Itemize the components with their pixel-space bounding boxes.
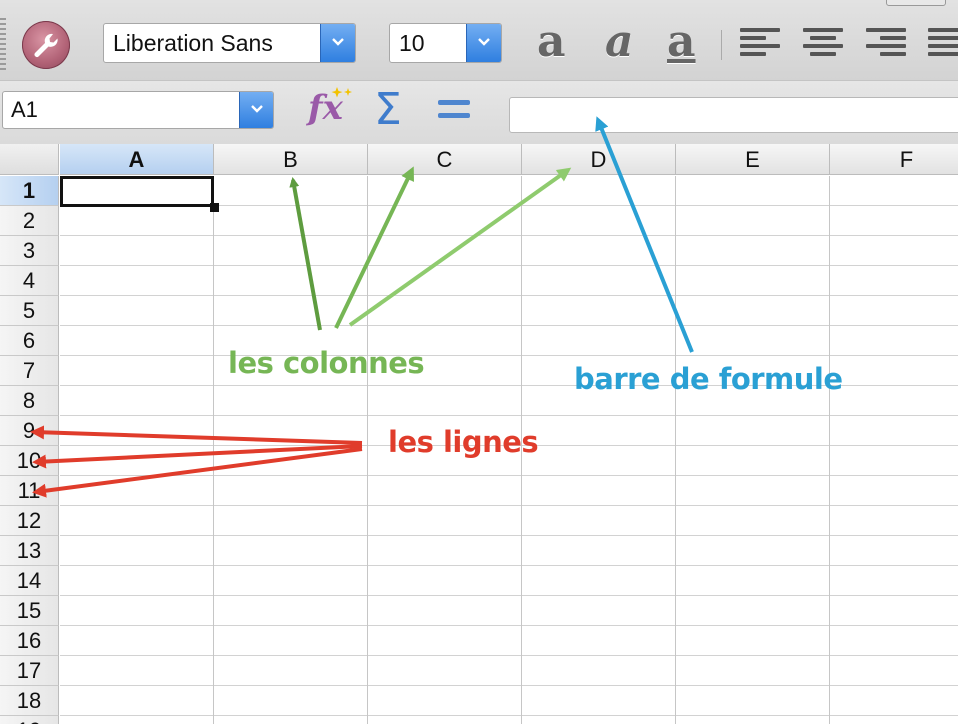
- font-name-dropdown-button[interactable]: [320, 24, 355, 62]
- row-header-8[interactable]: 8: [0, 386, 59, 416]
- italic-icon[interactable]: a: [605, 16, 634, 67]
- font-name-value[interactable]: Liberation Sans: [113, 24, 273, 62]
- column-header-d[interactable]: D: [522, 144, 676, 175]
- row-header-6[interactable]: 6: [0, 326, 59, 356]
- align-right-icon[interactable]: [866, 28, 906, 58]
- row-header-4[interactable]: 4: [0, 266, 59, 296]
- row-header-9[interactable]: 9: [0, 416, 59, 446]
- fill-handle[interactable]: [210, 203, 219, 212]
- row-header-13[interactable]: 13: [0, 536, 59, 566]
- chevron-down-icon: [478, 38, 490, 46]
- sum-icon[interactable]: Σ: [374, 84, 402, 135]
- row-header-7[interactable]: 7: [0, 356, 59, 386]
- name-box-dropdown-button[interactable]: [239, 92, 273, 128]
- formula-bar-annotation: barre de formule: [574, 362, 843, 396]
- row-header-16[interactable]: 16: [0, 626, 59, 656]
- font-name-combobox[interactable]: Liberation Sans: [103, 23, 356, 63]
- column-header-c[interactable]: C: [368, 144, 522, 175]
- font-size-combobox[interactable]: 10: [389, 23, 502, 63]
- align-center-icon[interactable]: [803, 28, 843, 58]
- rows-annotation: les lignes: [388, 425, 539, 459]
- column-header-f[interactable]: F: [830, 144, 958, 175]
- formula-bar: A1: [0, 80, 958, 144]
- row-header-2[interactable]: 2: [0, 206, 59, 236]
- formula-input[interactable]: [509, 97, 958, 133]
- row-header-3[interactable]: 3: [0, 236, 59, 266]
- toolbar-grip[interactable]: [0, 18, 6, 70]
- justify-icon[interactable]: [928, 28, 958, 58]
- align-left-icon[interactable]: [740, 28, 780, 58]
- columns-annotation: les colonnes: [228, 346, 425, 380]
- formatting-toolbar: Liberation Sans 10 a a a: [0, 0, 958, 80]
- column-header-a[interactable]: A: [60, 144, 214, 175]
- row-header-14[interactable]: 14: [0, 566, 59, 596]
- sparkle-icon: [331, 87, 352, 98]
- row-header-11[interactable]: 11: [0, 476, 59, 506]
- font-size-value[interactable]: 10: [399, 24, 425, 62]
- wrench-icon[interactable]: [22, 21, 70, 69]
- name-box[interactable]: A1: [2, 91, 274, 129]
- row-header-5[interactable]: 5: [0, 296, 59, 326]
- row-header-1[interactable]: 1: [0, 176, 59, 206]
- column-header-e[interactable]: E: [676, 144, 830, 175]
- chevron-down-icon: [332, 38, 344, 46]
- font-size-dropdown-button[interactable]: [466, 24, 501, 62]
- formula-equal-icon[interactable]: [438, 100, 470, 126]
- row-header-12[interactable]: 12: [0, 506, 59, 536]
- bold-icon[interactable]: a: [537, 16, 566, 67]
- toolbar-corner-control[interactable]: [886, 0, 946, 6]
- chevron-down-icon: [251, 105, 263, 113]
- toolbar-separator: [721, 30, 722, 60]
- underline-icon[interactable]: a: [667, 16, 696, 67]
- row-header-18[interactable]: 18: [0, 686, 59, 716]
- column-header-b[interactable]: B: [214, 144, 368, 175]
- row-header-15[interactable]: 15: [0, 596, 59, 626]
- active-cell-a1[interactable]: [60, 176, 214, 207]
- name-box-value[interactable]: A1: [11, 92, 38, 128]
- row-header-10[interactable]: 10: [0, 446, 59, 476]
- row-header-17[interactable]: 17: [0, 656, 59, 686]
- select-all-corner[interactable]: [0, 144, 59, 175]
- row-header-19[interactable]: 19: [0, 716, 59, 724]
